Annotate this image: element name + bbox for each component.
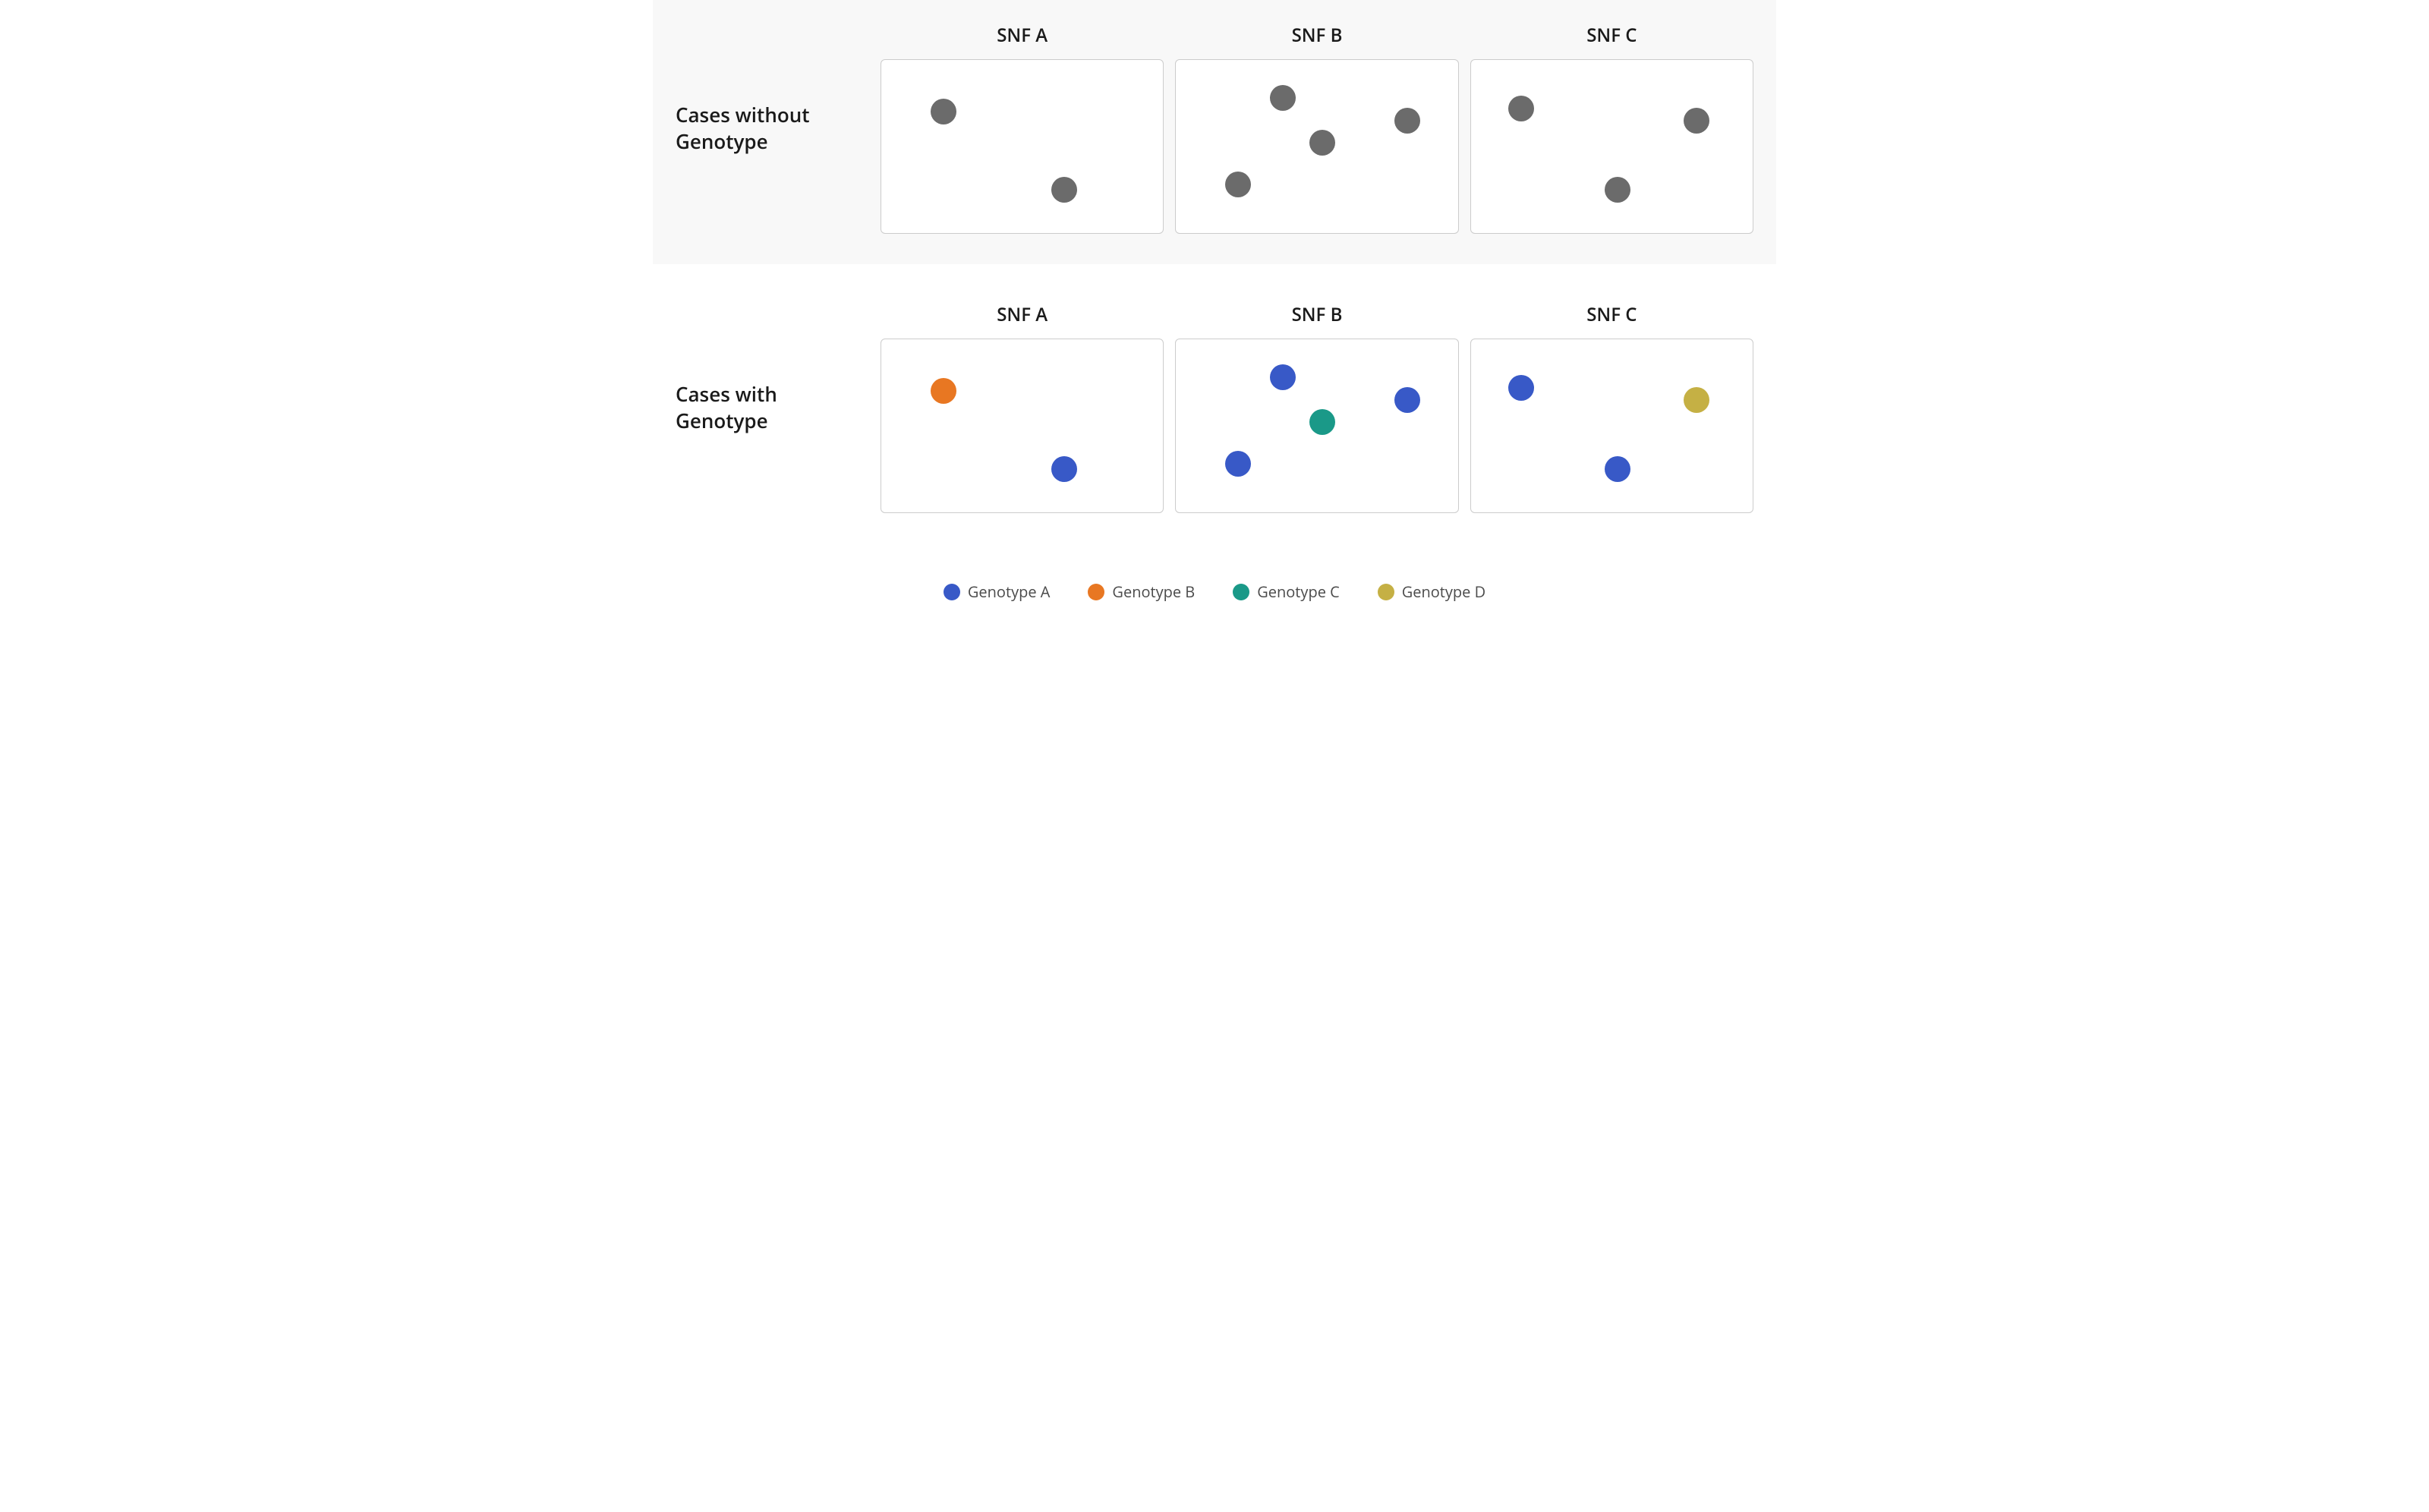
panel-box — [881, 339, 1164, 513]
panels-container: SNF A SNF B SNF C — [881, 302, 1753, 513]
legend-item: Genotype A — [944, 581, 1051, 602]
panel-wrapper: SNF C — [1470, 23, 1753, 234]
diagram-container: Cases without GenotypeSNF ASNF BSNF CCas… — [653, 0, 1776, 625]
case-dot — [1605, 177, 1630, 203]
case-dot — [1309, 409, 1335, 435]
legend-dot-icon — [1378, 584, 1394, 600]
section-with-genotype: Cases with Genotype SNF A SNF B SNF C — [653, 279, 1776, 543]
case-dot — [1394, 108, 1420, 134]
row-container: Cases with Genotype SNF A SNF B SNF C — [676, 302, 1753, 513]
case-dot — [1270, 85, 1296, 111]
panel-wrapper: SNF A — [881, 23, 1164, 234]
panel-wrapper: SNF B — [1175, 23, 1458, 234]
section-without-genotype: Cases without Genotype SNF A SNF B SNF C — [653, 0, 1776, 264]
case-dot — [1225, 451, 1251, 477]
legend-label: Genotype C — [1257, 581, 1339, 602]
case-dot — [1051, 456, 1077, 482]
case-dot — [1051, 177, 1077, 203]
panel-title: SNF A — [997, 23, 1048, 48]
legend-dot-icon — [944, 584, 960, 600]
case-dot — [1684, 108, 1709, 134]
panel-box — [1470, 59, 1753, 234]
panel-title: SNF B — [1292, 23, 1343, 48]
panel-title: SNF A — [997, 302, 1048, 327]
case-dot — [1508, 375, 1534, 401]
row-label: Cases without Genotype — [676, 102, 858, 155]
panel-title: SNF B — [1292, 302, 1343, 327]
panel-box — [1175, 59, 1458, 234]
panel-box — [1175, 339, 1458, 513]
legend-item: Genotype D — [1378, 581, 1485, 602]
panels-container: SNF A SNF B SNF C — [881, 23, 1753, 234]
legend-item: Genotype B — [1088, 581, 1195, 602]
panel-wrapper: SNF A — [881, 302, 1164, 513]
case-dot — [1605, 456, 1630, 482]
case-dot — [931, 378, 956, 404]
case-dot — [931, 99, 956, 124]
panel-wrapper: SNF C — [1470, 302, 1753, 513]
row-label: Cases with Genotype — [676, 381, 858, 434]
case-dot — [1394, 387, 1420, 413]
panel-box — [881, 59, 1164, 234]
legend-dot-icon — [1233, 584, 1249, 600]
row-container: Cases without Genotype SNF A SNF B SNF C — [676, 23, 1753, 234]
panel-title: SNF C — [1586, 23, 1637, 48]
case-dot — [1508, 96, 1534, 121]
panel-title: SNF C — [1586, 302, 1637, 327]
panel-wrapper: SNF B — [1175, 302, 1458, 513]
case-dot — [1684, 387, 1709, 413]
case-dot — [1309, 130, 1335, 156]
legend-container: Genotype A Genotype B Genotype C Genotype D — [653, 581, 1776, 625]
legend-label: Genotype A — [968, 581, 1051, 602]
panel-box — [1470, 339, 1753, 513]
case-dot — [1270, 364, 1296, 390]
case-dot — [1225, 172, 1251, 197]
legend-item: Genotype C — [1233, 581, 1339, 602]
legend-label: Genotype D — [1402, 581, 1485, 602]
legend-dot-icon — [1088, 584, 1104, 600]
legend-label: Genotype B — [1112, 581, 1195, 602]
